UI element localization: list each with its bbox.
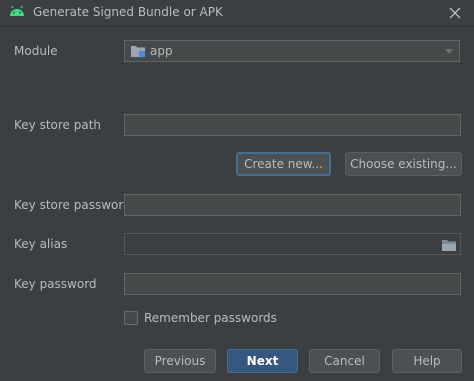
choose-existing-button[interactable]: Choose existing... bbox=[345, 152, 462, 176]
android-icon bbox=[10, 5, 24, 16]
help-button[interactable]: Help bbox=[392, 349, 462, 373]
key-password-input[interactable] bbox=[124, 273, 461, 295]
previous-button[interactable]: Previous bbox=[144, 349, 216, 373]
chevron-down-icon bbox=[445, 49, 453, 54]
module-label: Module bbox=[14, 44, 58, 58]
folder-browse-icon[interactable] bbox=[441, 238, 457, 252]
create-new-button[interactable]: Create new... bbox=[236, 152, 331, 176]
remember-passwords-checkbox[interactable] bbox=[124, 311, 138, 325]
key-alias-input[interactable] bbox=[124, 233, 461, 255]
module-value: app bbox=[150, 44, 173, 58]
module-select[interactable]: app bbox=[124, 40, 460, 62]
keystore-password-input[interactable] bbox=[124, 194, 461, 216]
window-title: Generate Signed Bundle or APK bbox=[33, 5, 223, 19]
title-bar: Generate Signed Bundle or APK bbox=[0, 0, 474, 27]
cancel-button[interactable]: Cancel bbox=[309, 349, 380, 373]
keystore-password-label: Key store password bbox=[14, 198, 131, 212]
next-button[interactable]: Next bbox=[227, 349, 298, 373]
keystore-path-label: Key store path bbox=[14, 118, 102, 132]
remember-passwords-label: Remember passwords bbox=[144, 311, 277, 325]
key-alias-label: Key alias bbox=[14, 237, 68, 251]
key-password-label: Key password bbox=[14, 277, 97, 291]
module-folder-icon bbox=[131, 46, 145, 57]
close-icon[interactable] bbox=[446, 4, 464, 22]
keystore-path-input[interactable] bbox=[124, 114, 461, 136]
